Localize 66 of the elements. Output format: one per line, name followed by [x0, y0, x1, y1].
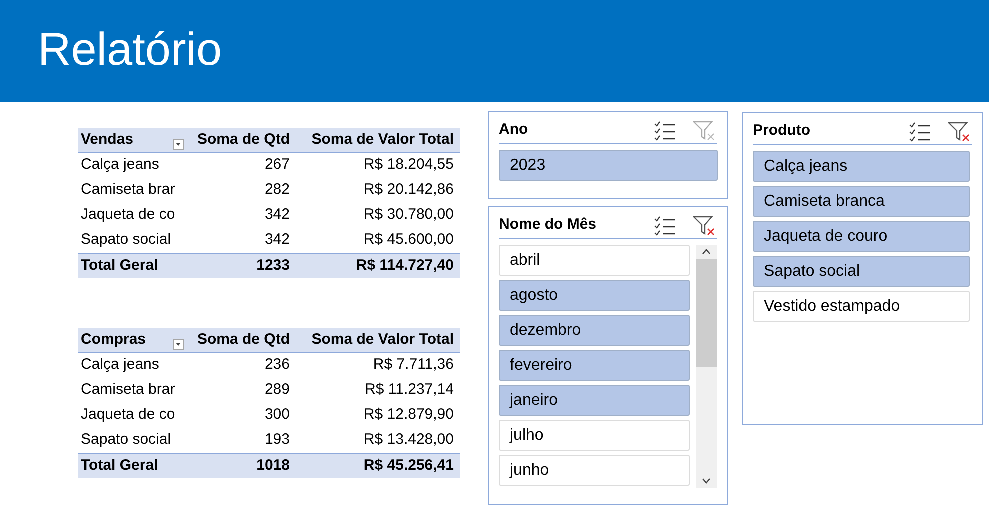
column-header: Compras	[80, 330, 146, 350]
total-cell-text: Total Geral	[80, 256, 160, 276]
table-cell-text: Sapato social	[80, 430, 172, 450]
slicer-title: Ano	[499, 120, 530, 140]
total-cell-text: R$ 114.727,40	[355, 256, 455, 276]
dropdown-arrow-icon	[176, 142, 181, 146]
slicer-item[interactable]: janeiro	[499, 385, 690, 416]
table-cell-text: 289	[264, 380, 291, 400]
dropdown-arrow-icon	[176, 342, 181, 346]
scroll-down-icon[interactable]	[702, 478, 711, 484]
column-header: Vendas	[80, 130, 134, 150]
table-cell-text: R$ 20.142,86	[362, 180, 455, 200]
table-cell-text: 342	[264, 205, 291, 226]
slicer-title: Nome do Mês	[499, 215, 598, 236]
scroll-up-icon[interactable]	[702, 249, 711, 255]
slicer-item[interactable]: junho	[499, 455, 690, 486]
multi-select-icon[interactable]	[909, 122, 931, 142]
total-cell-text: 1233	[256, 256, 291, 276]
slicer-title: Produto	[753, 121, 812, 142]
table-cell-text: 300	[264, 405, 291, 426]
table-cell-text: 236	[264, 355, 291, 376]
table-cell-text: R$ 13.428,00	[362, 430, 455, 450]
filter-dropdown-button[interactable]	[173, 138, 184, 150]
table-cell-text: Calça jeans	[80, 155, 160, 176]
clear-filter-icon[interactable]	[948, 122, 970, 142]
multi-select-icon[interactable]	[654, 216, 676, 236]
slicer-item[interactable]: Sapato social	[753, 256, 970, 287]
table-cell-text: R$ 11.237,14	[364, 380, 455, 400]
column-header: Soma de Qtd	[196, 330, 291, 350]
table-cell-text: R$ 45.600,00	[362, 230, 455, 250]
clear-filter-icon[interactable]	[693, 216, 715, 236]
slicer-item[interactable]: Camiseta branca	[753, 186, 970, 217]
column-header: Soma de Valor Total	[310, 130, 455, 150]
table-cell-text: 193	[264, 430, 291, 450]
table-cell-text: Jaqueta de co	[80, 205, 176, 226]
slicer-item[interactable]: fevereiro	[499, 350, 690, 381]
slicer-item[interactable]: julho	[499, 420, 690, 451]
table-cell-text: 267	[264, 155, 291, 176]
table-cell-text: 342	[264, 230, 291, 250]
multi-select-icon[interactable]	[654, 120, 676, 140]
column-header: Soma de Valor Total	[310, 330, 455, 350]
table-cell-text: R$ 7.711,36	[372, 355, 455, 376]
total-cell-text: 1018	[256, 456, 291, 476]
scrollbar-thumb[interactable]	[696, 259, 717, 367]
filter-dropdown-button[interactable]	[173, 338, 184, 350]
scrollbar[interactable]	[696, 245, 717, 488]
slicer-item[interactable]: dezembro	[499, 315, 690, 346]
report-title: Relatório	[38, 26, 222, 76]
table-cell-text: R$ 12.879,90	[362, 405, 455, 426]
slicer-item[interactable]: agosto	[499, 280, 690, 311]
column-header: Soma de Qtd	[196, 130, 291, 150]
table-cell-text: 282	[264, 180, 291, 200]
total-cell-text: Total Geral	[80, 456, 160, 476]
slicer-item[interactable]: 2023	[499, 150, 718, 181]
total-cell-text: R$ 45.256,41	[362, 456, 455, 476]
table-cell-text: Camiseta brar	[80, 380, 176, 400]
slicer-item[interactable]: Vestido estampado	[753, 291, 970, 322]
table-cell-text: Jaqueta de co	[80, 405, 176, 426]
table-cell-text: Sapato social	[80, 230, 172, 250]
table-cell-text: Camiseta brar	[80, 180, 176, 200]
slicer-item[interactable]: abril	[499, 245, 690, 276]
table-cell-text: R$ 30.780,00	[362, 205, 455, 226]
slicer-item[interactable]: Calça jeans	[753, 151, 970, 182]
slicer-item[interactable]: Jaqueta de couro	[753, 221, 970, 252]
table-cell-text: Calça jeans	[80, 355, 160, 376]
table-cell-text: R$ 18.204,55	[362, 155, 455, 176]
